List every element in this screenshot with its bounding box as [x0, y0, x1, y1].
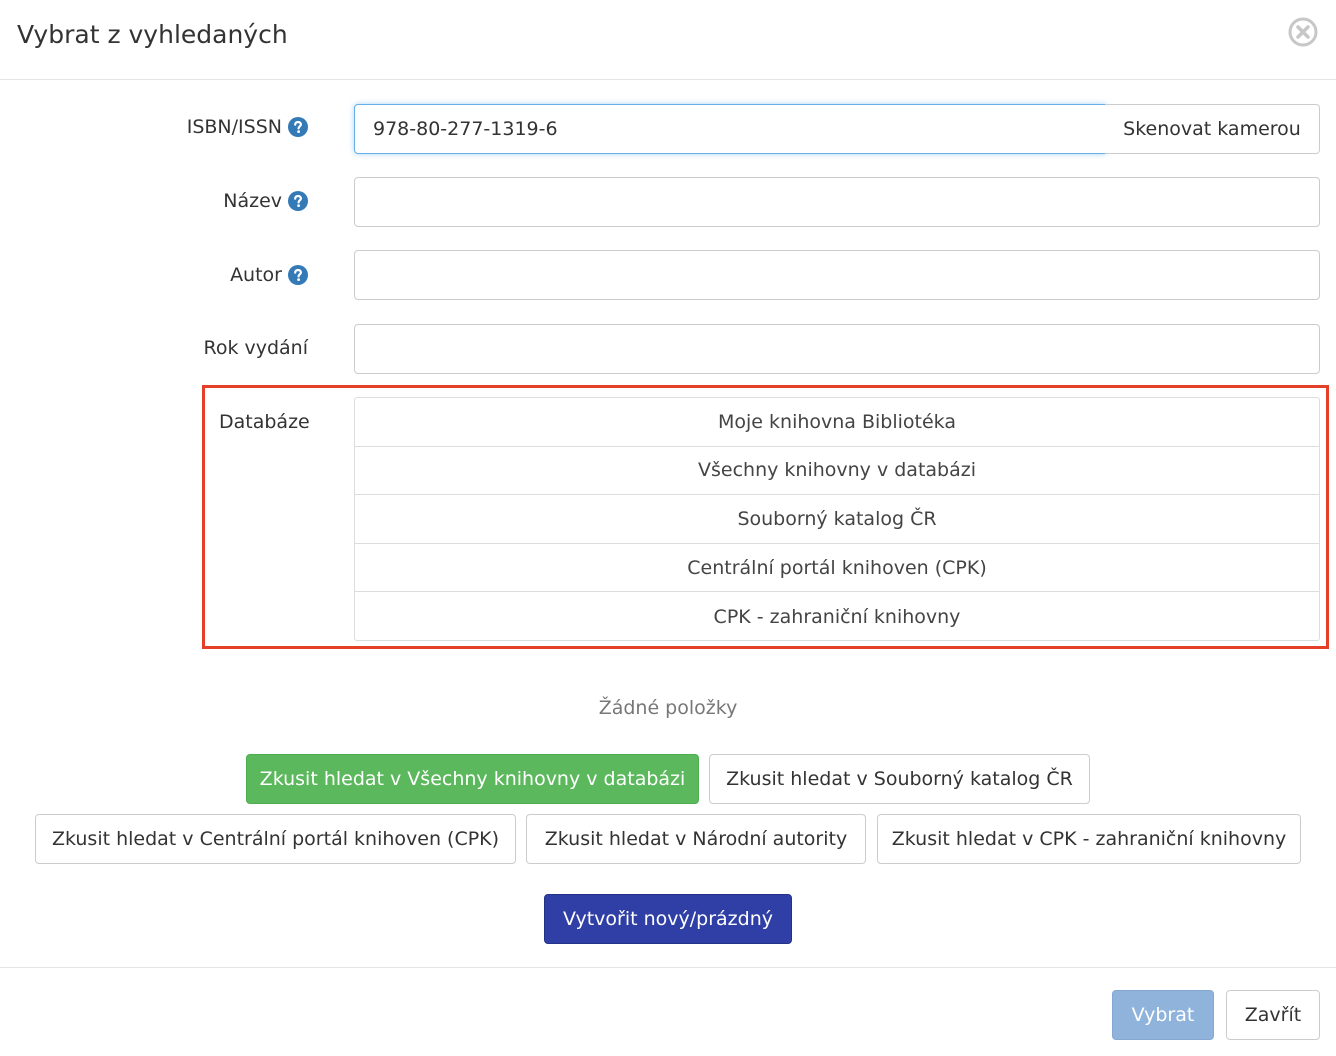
- select-button[interactable]: Vybrat: [1112, 990, 1214, 1040]
- database-item-soubory-katalog[interactable]: Souborný katalog ČR: [355, 495, 1319, 544]
- database-item-cpk-foreign[interactable]: CPK - zahraniční knihovny: [355, 592, 1319, 641]
- database-item-cpk[interactable]: Centrální portál knihoven (CPK): [355, 544, 1319, 593]
- empty-results-text: Žádné položky: [598, 697, 738, 719]
- database-label: Databáze: [219, 411, 310, 433]
- try-cpk-foreign-button[interactable]: Zkusit hledat v CPK - zahraniční knihovn…: [877, 814, 1301, 864]
- question-circle-icon[interactable]: [288, 265, 308, 285]
- database-item-vsechny-knihovny[interactable]: Všechny knihovny v databázi: [355, 447, 1319, 496]
- question-circle-icon[interactable]: [288, 117, 308, 137]
- scan-camera-button[interactable]: Skenovat kamerou: [1105, 104, 1320, 154]
- year-input[interactable]: [354, 324, 1320, 374]
- try-cpk-button[interactable]: Zkusit hledat v Centrální portál knihove…: [35, 814, 516, 864]
- try-authority-button[interactable]: Zkusit hledat v Národní autority: [526, 814, 866, 864]
- try-all-libraries-button[interactable]: Zkusit hledat v Všechny knihovny v datab…: [246, 754, 699, 804]
- dialog-header: Vybrat z vyhledaných: [0, 0, 1336, 80]
- dialog-title: Vybrat z vyhledaných: [17, 20, 288, 49]
- database-item-moje-knihovna[interactable]: Moje knihovna Bibliotéka: [355, 398, 1319, 447]
- close-button[interactable]: Zavřít: [1226, 990, 1320, 1040]
- author-label: Autor: [230, 264, 308, 286]
- isbn-label: ISBN/ISSN: [187, 116, 308, 138]
- close-circle-icon[interactable]: [1287, 16, 1319, 48]
- question-circle-icon[interactable]: [288, 191, 308, 211]
- title-input[interactable]: [354, 177, 1320, 227]
- year-label: Rok vydání: [203, 337, 308, 359]
- isbn-input[interactable]: 978-80-277-1319-6: [354, 104, 1106, 154]
- try-skc-button[interactable]: Zkusit hledat v Souborný katalog ČR: [709, 754, 1090, 804]
- create-new-button[interactable]: Vytvořit nový/prázdný: [544, 894, 792, 944]
- footer-divider: [0, 967, 1336, 968]
- author-input[interactable]: [354, 250, 1320, 300]
- title-label: Název: [223, 190, 308, 212]
- database-list: Moje knihovna Bibliotéka Všechny knihovn…: [354, 397, 1320, 641]
